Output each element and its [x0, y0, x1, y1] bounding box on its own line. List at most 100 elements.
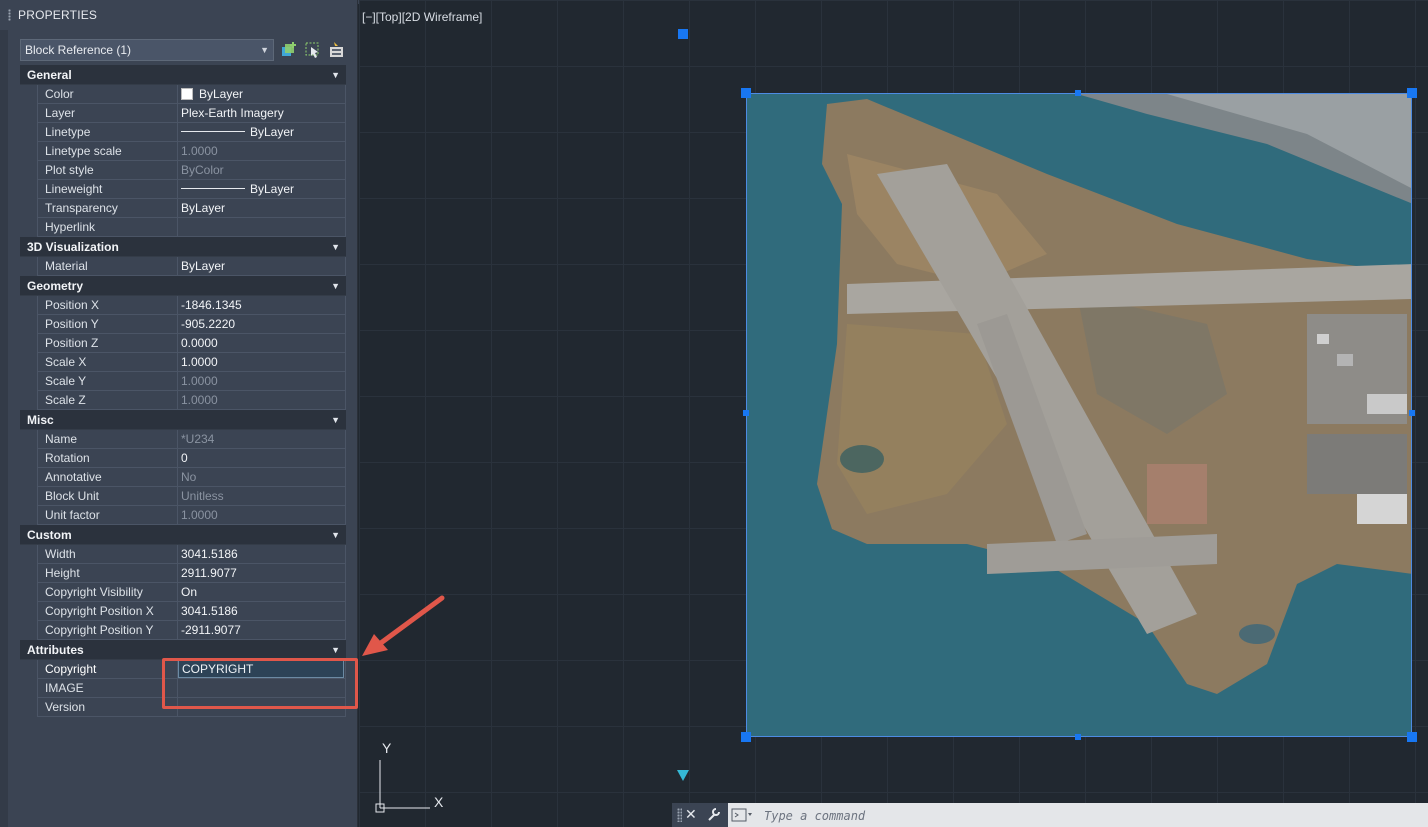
close-icon[interactable]: ✕ — [685, 806, 697, 823]
property-value[interactable]: 3041.5186 — [178, 602, 346, 621]
section-header-geometry[interactable]: Geometry ▼ — [20, 276, 346, 296]
property-name: Copyright Visibility — [37, 583, 178, 602]
section-title: Attributes — [27, 643, 84, 657]
property-value[interactable] — [178, 218, 346, 237]
command-prompt-icon[interactable] — [731, 808, 753, 822]
property-value[interactable]: Unitless — [178, 487, 346, 506]
chevron-down-icon[interactable]: ▼ — [331, 645, 340, 655]
property-value-text: No — [181, 470, 197, 484]
property-value[interactable]: 1.0000 — [178, 142, 346, 161]
property-value[interactable]: ByLayer — [178, 123, 346, 142]
property-value-text: ByColor — [181, 163, 224, 177]
property-row-copyright-position-x[interactable]: Copyright Position X 3041.5186 — [20, 602, 346, 621]
property-row-width[interactable]: Width 3041.5186 — [20, 545, 346, 564]
chevron-down-icon[interactable]: ▼ — [331, 242, 340, 252]
palette-grip[interactable] — [8, 9, 11, 21]
palette-side-strip[interactable] — [0, 30, 8, 827]
grip-bottom-left[interactable] — [741, 732, 751, 742]
property-name: Version — [37, 698, 178, 717]
grip-bottom-right[interactable] — [1407, 732, 1417, 742]
property-row-scale-z[interactable]: Scale Z 1.0000 — [20, 391, 346, 410]
property-value-text: 1.0000 — [181, 393, 218, 407]
chevron-down-icon[interactable]: ▼ — [331, 530, 340, 540]
property-value[interactable]: Plex-Earth Imagery — [178, 104, 346, 123]
property-value[interactable]: 1.0000 — [178, 353, 346, 372]
property-row-height[interactable]: Height 2911.9077 — [20, 564, 346, 583]
grip-right-mid[interactable] — [1409, 410, 1415, 416]
property-row-copyright-visibility[interactable]: Copyright Visibility On — [20, 583, 346, 602]
property-row-position-y[interactable]: Position Y -905.2220 — [20, 315, 346, 334]
section-header-attributes[interactable]: Attributes ▼ — [20, 640, 346, 660]
property-value[interactable]: On — [178, 583, 346, 602]
property-value[interactable]: *U234 — [178, 430, 346, 449]
property-row-plot-style[interactable]: Plot style ByColor — [20, 161, 346, 180]
property-row-copyright-position-y[interactable]: Copyright Position Y -2911.9077 — [20, 621, 346, 640]
grip-bottom-mid[interactable] — [1075, 734, 1081, 740]
section-header-custom[interactable]: Custom ▼ — [20, 525, 346, 545]
property-row-material[interactable]: Material ByLayer — [20, 257, 346, 276]
property-name: Color — [37, 85, 178, 104]
property-value[interactable]: -1846.1345 — [178, 296, 346, 315]
property-row-unit-factor[interactable]: Unit factor 1.0000 — [20, 506, 346, 525]
grip-insertion-point[interactable] — [678, 29, 688, 39]
chevron-down-icon[interactable]: ▼ — [331, 70, 340, 80]
section-header-misc[interactable]: Misc ▼ — [20, 410, 346, 430]
property-row-annotative[interactable]: Annotative No — [20, 468, 346, 487]
toggle-pickadd-icon[interactable] — [328, 41, 346, 59]
property-value[interactable]: -2911.9077 — [178, 621, 346, 640]
quick-select-add-icon[interactable] — [280, 41, 298, 59]
palette-title-bar[interactable]: PROPERTIES — [0, 0, 358, 30]
section-header-general[interactable]: General ▼ — [20, 65, 346, 85]
property-row-scale-y[interactable]: Scale Y 1.0000 — [20, 372, 346, 391]
viewport-controls-label[interactable]: [−][Top][2D Wireframe] — [362, 10, 482, 24]
property-row-lineweight[interactable]: Lineweight ByLayer — [20, 180, 346, 199]
property-value-text: 0 — [181, 451, 188, 465]
grip-top-mid[interactable] — [1075, 90, 1081, 96]
property-value[interactable]: ByLayer — [178, 85, 346, 104]
aerial-image — [747, 94, 1411, 736]
property-value[interactable]: 2911.9077 — [178, 564, 346, 583]
property-row-position-x[interactable]: Position X -1846.1345 — [20, 296, 346, 315]
property-value-text: -2911.9077 — [181, 623, 241, 637]
object-type-dropdown[interactable]: Block Reference (1) ▼ — [20, 39, 274, 61]
property-row-scale-x[interactable]: Scale X 1.0000 — [20, 353, 346, 372]
property-value[interactable]: 1.0000 — [178, 391, 346, 410]
grip-top-right[interactable] — [1407, 88, 1417, 98]
property-value[interactable]: -905.2220 — [178, 315, 346, 334]
property-row-linetype[interactable]: Linetype ByLayer — [20, 123, 346, 142]
property-value[interactable]: ByLayer — [178, 257, 346, 276]
property-value[interactable]: No — [178, 468, 346, 487]
chevron-down-icon[interactable]: ▼ — [331, 415, 340, 425]
property-row-layer[interactable]: Layer Plex-Earth Imagery — [20, 104, 346, 123]
property-row-position-z[interactable]: Position Z 0.0000 — [20, 334, 346, 353]
grip-top-left[interactable] — [741, 88, 751, 98]
aerial-image-block[interactable] — [746, 93, 1412, 737]
property-value[interactable]: 1.0000 — [178, 506, 346, 525]
wrench-icon[interactable] — [706, 806, 722, 822]
grip-left-mid[interactable] — [743, 410, 749, 416]
property-value[interactable]: 1.0000 — [178, 372, 346, 391]
property-value[interactable]: 0 — [178, 449, 346, 468]
property-value[interactable]: 0.0000 — [178, 334, 346, 353]
property-value[interactable]: ByColor — [178, 161, 346, 180]
property-row-block-unit[interactable]: Block Unit Unitless — [20, 487, 346, 506]
chevron-down-icon[interactable]: ▼ — [331, 281, 340, 291]
property-value[interactable]: 3041.5186 — [178, 545, 346, 564]
copyright-highlight-box — [162, 658, 358, 709]
property-row-color[interactable]: Color ByLayer — [20, 85, 346, 104]
property-row-hyperlink[interactable]: Hyperlink — [20, 218, 346, 237]
property-value[interactable]: ByLayer — [178, 199, 346, 218]
property-value[interactable]: ByLayer — [178, 180, 346, 199]
property-value-text: ByLayer — [199, 87, 244, 101]
property-name: Linetype scale — [37, 142, 178, 161]
section-header-3d-visualization[interactable]: 3D Visualization ▼ — [20, 237, 346, 257]
property-row-linetype-scale[interactable]: Linetype scale 1.0000 — [20, 142, 346, 161]
linetype-preview — [181, 131, 245, 132]
property-row-transparency[interactable]: Transparency ByLayer — [20, 199, 346, 218]
property-row-rotation[interactable]: Rotation 0 — [20, 449, 346, 468]
section-title: 3D Visualization — [27, 240, 119, 254]
select-objects-icon[interactable] — [304, 41, 322, 59]
command-input[interactable]: Type a command — [764, 809, 865, 823]
command-line-grip[interactable] — [677, 808, 682, 822]
property-row-name[interactable]: Name *U234 — [20, 430, 346, 449]
